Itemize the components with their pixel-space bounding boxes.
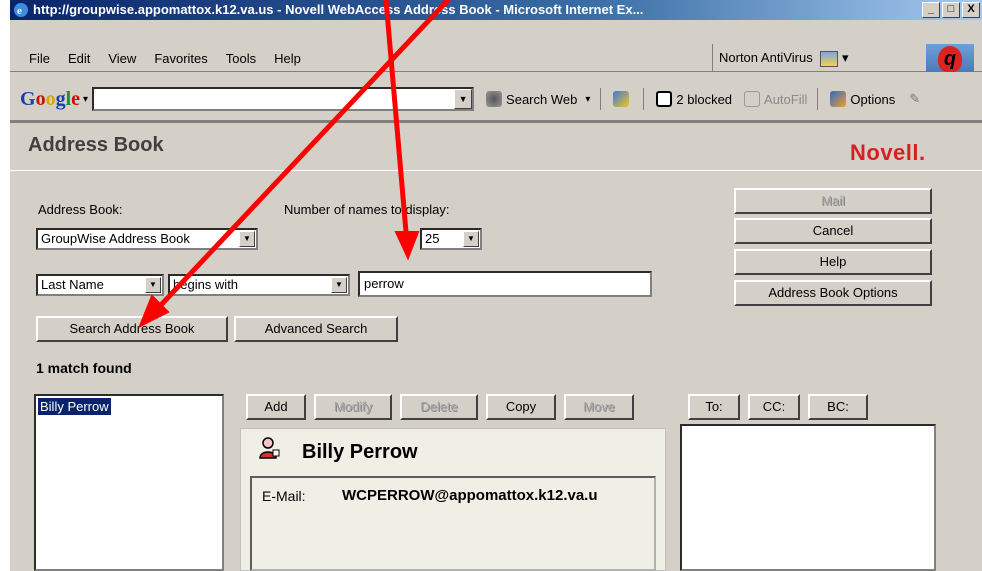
search-field-select[interactable]: Last Name ▼ — [36, 274, 164, 296]
norton-antivirus-button[interactable]: Norton AntiVirus ▾ — [712, 44, 916, 71]
windows-logo-area: q — [926, 44, 974, 74]
match-count: 1 match found — [36, 360, 132, 376]
search-operator-select[interactable]: begins with ▼ — [168, 274, 350, 296]
modify-button[interactable]: Modify — [314, 394, 392, 420]
ie-icon: e — [14, 3, 28, 17]
address-book-options-button[interactable]: Address Book Options — [734, 280, 932, 306]
contact-name: Billy Perrow — [302, 441, 418, 463]
window-titlebar: e http://groupwise.appomattox.k12.va.us … — [10, 0, 982, 20]
person-icon — [259, 437, 280, 459]
to-button[interactable]: To: — [688, 394, 740, 420]
search-address-book-button[interactable]: Search Address Book — [36, 316, 228, 342]
svg-text:e: e — [17, 5, 22, 17]
address-book-select-value: GroupWise Address Book — [41, 231, 190, 246]
menu-help[interactable]: Help — [265, 50, 310, 68]
news-icon — [613, 91, 630, 107]
menubar-spacer — [10, 20, 982, 41]
news-button[interactable] — [613, 91, 633, 107]
chevron-down-icon[interactable]: ▼ — [454, 89, 473, 109]
delete-button[interactable]: Delete — [400, 394, 478, 420]
help-button[interactable]: Help — [734, 249, 932, 275]
menu-favorites[interactable]: Favorites — [145, 50, 216, 68]
options-label: Options — [850, 91, 896, 107]
page-title: Address Book — [28, 134, 164, 156]
bc-button[interactable]: BC: — [808, 394, 868, 420]
menu-view[interactable]: View — [99, 50, 145, 68]
header-divider — [10, 170, 982, 171]
chevron-down-icon: ▾ — [585, 93, 591, 105]
names-to-display-select[interactable]: 25 ▼ — [420, 228, 482, 250]
menu-file[interactable]: File — [20, 50, 59, 68]
email-label: E-Mail: — [262, 488, 306, 504]
norton-icon — [820, 50, 839, 67]
chevron-down-icon: ▼ — [331, 277, 347, 293]
minimize-button[interactable]: _ — [922, 2, 940, 18]
email-value: WCPERROW@appomattox.k12.va.u — [342, 487, 598, 504]
maximize-button[interactable]: □ — [942, 2, 960, 18]
options-icon — [830, 91, 847, 107]
menu-edit[interactable]: Edit — [59, 50, 99, 68]
results-list[interactable]: Billy Perrow — [34, 394, 224, 571]
google-toolbar-row: Google ▾ ▼ Search Web ▾ 2 blocked AutoFi… — [20, 86, 920, 112]
recipients-list[interactable] — [680, 424, 936, 571]
menu-items: File Edit View Favorites Tools Help — [20, 50, 310, 68]
autofill-button[interactable]: AutoFill — [744, 91, 807, 107]
search-field-value: Last Name — [41, 277, 104, 292]
advanced-search-button[interactable]: Advanced Search — [234, 316, 398, 342]
chevron-down-icon: ▾ — [841, 50, 849, 65]
blocked-count: 2 blocked — [676, 91, 733, 107]
search-web-label: Search Web — [506, 91, 578, 107]
address-book-select[interactable]: GroupWise Address Book ▼ — [36, 228, 258, 250]
copy-button[interactable]: Copy — [486, 394, 556, 420]
options-button[interactable]: Options ✎ — [830, 91, 920, 107]
toolbar-divider — [643, 88, 645, 110]
move-button[interactable]: Move — [564, 394, 634, 420]
toolbar-divider — [600, 88, 602, 110]
norton-label: Norton AntiVirus — [719, 50, 813, 65]
toolbar-divider — [817, 88, 819, 110]
chevron-down-icon: ▼ — [145, 277, 161, 293]
popup-blocker-button[interactable]: 2 blocked — [656, 91, 732, 107]
chevron-down-icon: ▼ — [239, 231, 255, 247]
pencil-icon[interactable]: ✎ — [909, 91, 920, 107]
window-controls: _ □ X — [922, 2, 980, 18]
names-to-display-label: Number of names to display: — [284, 202, 450, 217]
binoculars-icon — [486, 91, 503, 107]
mail-button[interactable]: Mail — [734, 188, 932, 214]
close-button[interactable]: X — [962, 2, 980, 18]
google-search-input[interactable]: ▼ — [92, 87, 475, 111]
google-logo[interactable]: Google — [20, 88, 80, 111]
cc-button[interactable]: CC: — [748, 394, 800, 420]
add-button[interactable]: Add — [246, 394, 306, 420]
chevron-down-icon[interactable]: ▾ — [83, 94, 88, 105]
autofill-icon — [744, 91, 761, 107]
window-title: http://groupwise.appomattox.k12.va.us - … — [33, 2, 644, 17]
address-book-label: Address Book: — [38, 202, 123, 217]
search-web-button[interactable]: Search Web ▾ — [486, 91, 590, 107]
chevron-down-icon: ▼ — [463, 231, 479, 247]
antivirus-q-icon: q — [938, 46, 962, 72]
autofill-label: AutoFill — [764, 91, 808, 107]
popup-blocker-icon — [656, 91, 673, 107]
cancel-button[interactable]: Cancel — [734, 218, 932, 244]
novell-logo: Novell. — [850, 140, 926, 165]
names-to-display-value: 25 — [425, 231, 440, 246]
search-input[interactable]: perrow — [358, 271, 652, 297]
menu-tools[interactable]: Tools — [217, 50, 265, 68]
search-operator-value: begins with — [173, 277, 239, 292]
list-item[interactable]: Billy Perrow — [37, 397, 112, 416]
left-page-edge — [0, 0, 10, 571]
